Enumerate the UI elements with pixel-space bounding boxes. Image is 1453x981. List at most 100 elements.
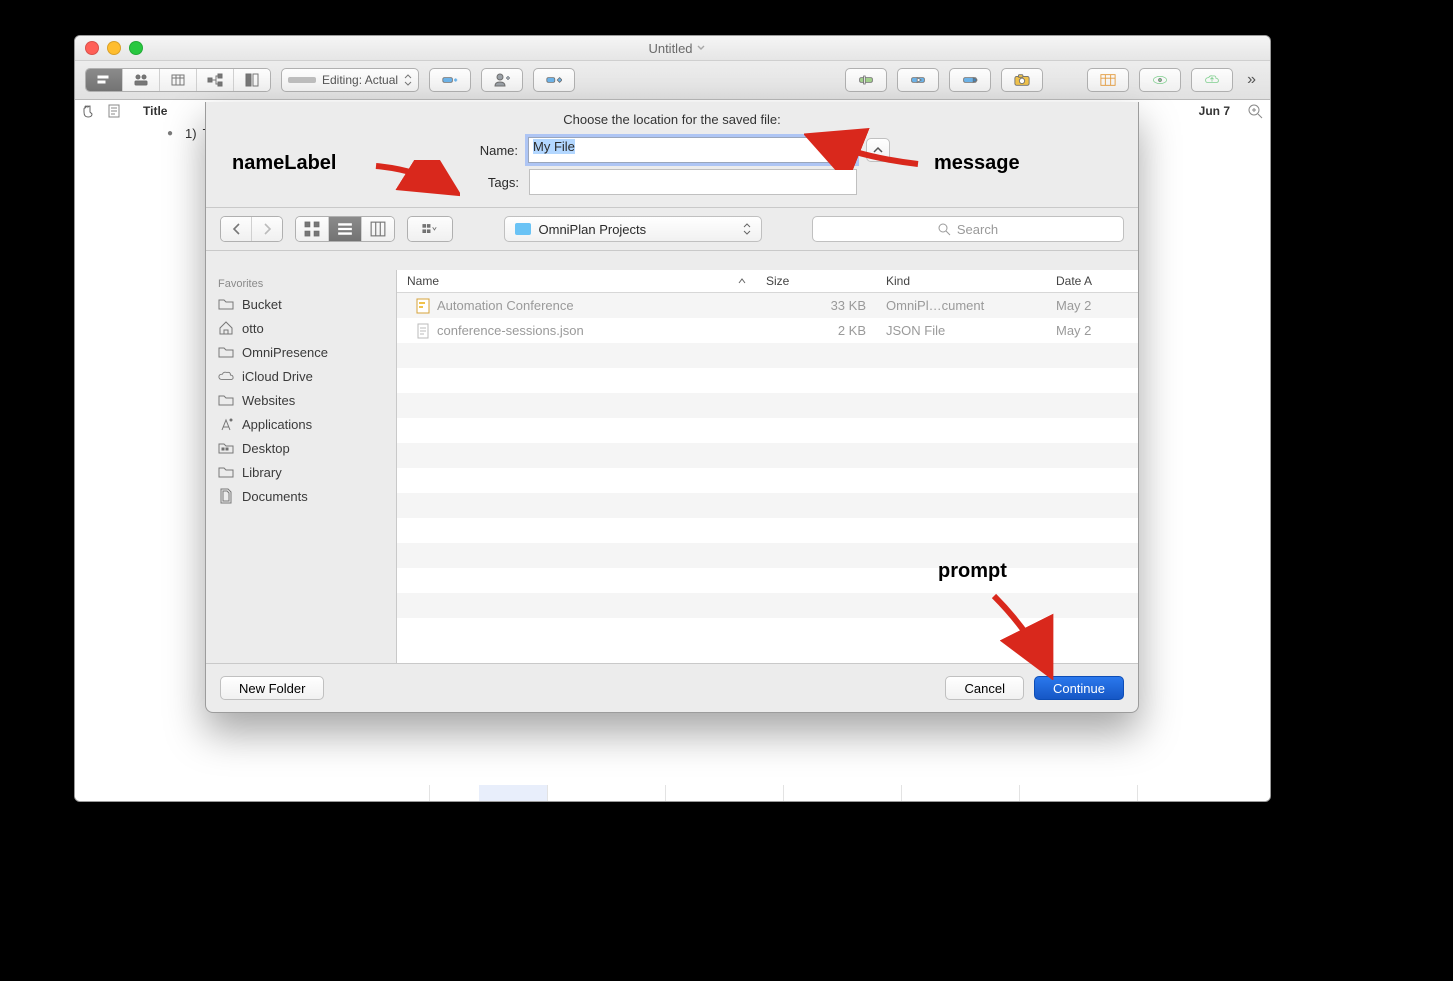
view-calendar-button[interactable] bbox=[160, 69, 197, 91]
search-icon bbox=[938, 223, 951, 236]
search-field[interactable]: Search bbox=[812, 216, 1124, 242]
close-window-button[interactable] bbox=[85, 41, 99, 55]
collapse-button[interactable] bbox=[866, 138, 890, 162]
continue-button[interactable]: Continue bbox=[1034, 676, 1124, 700]
reschedule-button[interactable] bbox=[949, 68, 991, 92]
folder-icon bbox=[218, 392, 234, 408]
view-gantt-button[interactable] bbox=[86, 69, 123, 91]
view-mode-segment bbox=[85, 68, 271, 92]
editing-mode-icon bbox=[288, 77, 316, 83]
reports-button[interactable] bbox=[1087, 68, 1129, 92]
size-column-header[interactable]: Size bbox=[756, 274, 876, 288]
simulations-button[interactable] bbox=[1139, 68, 1181, 92]
folder-icon bbox=[218, 344, 234, 360]
add-task-button[interactable] bbox=[429, 68, 471, 92]
editing-mode-combo[interactable]: Editing: Actual bbox=[281, 68, 419, 92]
sidebar-item-icloud[interactable]: iCloud Drive bbox=[206, 364, 396, 388]
task-index: 1) bbox=[185, 126, 197, 141]
titlebar: Untitled bbox=[75, 36, 1270, 61]
file-row[interactable]: conference-sessions.json 2 KB JSON File … bbox=[397, 318, 1138, 343]
add-resource-button[interactable] bbox=[481, 68, 523, 92]
name-column-header[interactable]: Name bbox=[397, 274, 756, 288]
view-network-button[interactable] bbox=[197, 69, 234, 91]
new-folder-button[interactable]: New Folder bbox=[220, 676, 324, 700]
file-row-empty bbox=[397, 443, 1138, 468]
forward-button[interactable] bbox=[252, 217, 282, 241]
leveling-button[interactable] bbox=[845, 68, 887, 92]
group-button[interactable] bbox=[408, 217, 452, 241]
notes-column-icon[interactable] bbox=[101, 104, 127, 118]
column-view-button[interactable] bbox=[362, 217, 394, 241]
save-dialog: Choose the location for the saved file: … bbox=[205, 102, 1139, 713]
file-list-header: Name Size Kind Date A bbox=[397, 270, 1138, 293]
folder-grid-icon bbox=[218, 440, 234, 456]
sidebar-item-websites[interactable]: Websites bbox=[206, 388, 396, 412]
stepper-icon bbox=[404, 74, 412, 86]
file-row-empty bbox=[397, 543, 1138, 568]
task-bullet: ● bbox=[127, 128, 179, 139]
view-styles-button[interactable] bbox=[234, 69, 270, 91]
list-view-button[interactable] bbox=[329, 217, 362, 241]
location-label: OmniPlan Projects bbox=[539, 222, 647, 237]
group-segment bbox=[407, 216, 453, 242]
document-title[interactable]: Untitled bbox=[143, 41, 1210, 56]
date-column-header[interactable]: Date A bbox=[1046, 274, 1138, 288]
doc-icon bbox=[218, 488, 234, 504]
toolbar-overflow-button[interactable]: » bbox=[1243, 71, 1260, 89]
tags-label: Tags: bbox=[455, 175, 519, 190]
snapshot-button[interactable] bbox=[1001, 68, 1043, 92]
document-title-text: Untitled bbox=[648, 41, 692, 56]
search-placeholder: Search bbox=[957, 222, 998, 237]
cloud-icon bbox=[218, 368, 234, 384]
sort-asc-icon bbox=[738, 277, 746, 285]
file-row[interactable]: Automation Conference 33 KB OmniPl…cumen… bbox=[397, 293, 1138, 318]
publish-button[interactable] bbox=[1191, 68, 1233, 92]
sidebar-item-bucket[interactable]: Bucket bbox=[206, 292, 396, 316]
date-column-header[interactable]: Jun 7 bbox=[1160, 104, 1240, 118]
sidebar-item-documents[interactable]: Documents bbox=[206, 484, 396, 508]
editing-mode-label: Editing: Actual bbox=[322, 73, 398, 87]
add-milestone-button[interactable] bbox=[533, 68, 575, 92]
hand-tool-icon[interactable] bbox=[75, 104, 101, 118]
kind-column-header[interactable]: Kind bbox=[876, 274, 1046, 288]
omniplan-doc-icon bbox=[415, 298, 431, 314]
file-row-empty bbox=[397, 593, 1138, 618]
gantt-selected-column bbox=[479, 785, 548, 801]
stepper-icon bbox=[743, 223, 751, 235]
file-row-empty bbox=[397, 568, 1138, 593]
location-combo[interactable]: OmniPlan Projects bbox=[504, 216, 762, 242]
folder-icon bbox=[218, 464, 234, 480]
file-list: Name Size Kind Date A Automation Confere… bbox=[397, 270, 1138, 664]
name-input-value: My File bbox=[533, 139, 575, 154]
sidebar-item-desktop[interactable]: Desktop bbox=[206, 436, 396, 460]
name-input[interactable]: My File bbox=[528, 137, 856, 163]
zoom-window-button[interactable] bbox=[129, 41, 143, 55]
minimize-window-button[interactable] bbox=[107, 41, 121, 55]
chevron-up-icon bbox=[873, 146, 883, 154]
sidebar-item-otto[interactable]: otto bbox=[206, 316, 396, 340]
sidebar-header: Favorites bbox=[206, 276, 396, 292]
back-button[interactable] bbox=[221, 217, 252, 241]
sidebar-item-applications[interactable]: Applications bbox=[206, 412, 396, 436]
file-row-empty bbox=[397, 418, 1138, 443]
home-icon bbox=[218, 320, 234, 336]
annotation-prompt: prompt bbox=[938, 560, 1007, 583]
chevron-down-icon bbox=[697, 45, 705, 51]
sidebar-item-omnipresence[interactable]: OmniPresence bbox=[206, 340, 396, 364]
catchup-button[interactable] bbox=[897, 68, 939, 92]
view-segment bbox=[295, 216, 395, 242]
file-row-empty bbox=[397, 468, 1138, 493]
icon-view-button[interactable] bbox=[296, 217, 329, 241]
file-row-empty bbox=[397, 343, 1138, 368]
dialog-message: Choose the location for the saved file: bbox=[206, 112, 1138, 127]
tags-input[interactable] bbox=[529, 169, 857, 195]
json-doc-icon bbox=[415, 323, 431, 339]
zoom-in-button[interactable] bbox=[1240, 103, 1270, 119]
sidebar: Favorites Bucket otto OmniPresence iClou… bbox=[206, 270, 397, 664]
app-icon bbox=[218, 416, 234, 432]
cancel-button[interactable]: Cancel bbox=[945, 676, 1023, 700]
sidebar-item-library[interactable]: Library bbox=[206, 460, 396, 484]
view-resources-button[interactable] bbox=[123, 69, 160, 91]
folder-icon bbox=[515, 223, 531, 235]
name-label: Name: bbox=[454, 143, 518, 158]
